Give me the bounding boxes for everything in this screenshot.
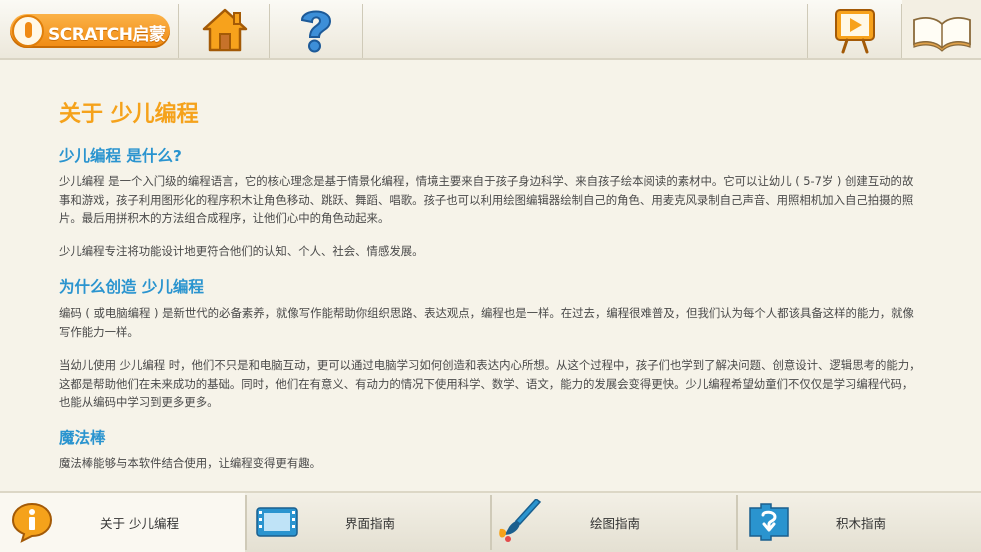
logo-badge: SCRATCH启蒙 (10, 14, 170, 48)
info-icon (11, 502, 53, 543)
bottom-tab-bar: 关于 少儿编程 界面指南 绘图指南 积木指南 (0, 491, 981, 552)
page-title: 关于 少儿编程 (59, 102, 199, 127)
paragraph: 编码 ( 或电脑编程 ) 是新世代的必备素养，就像写作能帮助你组织思路、表达观点… (59, 306, 914, 339)
paragraph: 魔法棒能够与本软件结合使用，让编程变得更有趣。 (59, 456, 321, 470)
app-logo[interactable]: SCRATCH启蒙 (4, 0, 176, 58)
open-book-icon (913, 17, 971, 52)
film-icon (256, 507, 298, 537)
paragraph: 少儿编程 是一个入门级的编程语言，它的核心理念是基于情景化编程，情境主要来自于孩… (59, 174, 914, 225)
tab-blocks-guide[interactable]: 积木指南 (738, 493, 981, 552)
tab-label: 积木指南 (836, 516, 887, 531)
toolbar-divider (178, 4, 179, 58)
video-button[interactable] (808, 0, 900, 58)
paragraph: 当幼儿使用 少儿编程 时，他们不只是和电脑互动，更可以通过电脑学习如何创造和表达… (59, 358, 921, 409)
paragraph: 少儿编程专注将功能设计地更符合他们的认知、个人、社会、情感发展。 (59, 244, 424, 258)
section-heading: 少儿编程 是什么? (59, 147, 182, 165)
tab-drawing-guide[interactable]: 绘图指南 (492, 493, 736, 552)
section-heading: 魔法棒 (59, 429, 106, 447)
section-heading: 为什么创造 少儿编程 (59, 278, 204, 296)
book-button[interactable] (902, 0, 981, 58)
toolbar-divider (362, 4, 363, 58)
tab-label: 关于 少儿编程 (100, 516, 179, 531)
tab-about[interactable]: 关于 少儿编程 (0, 493, 245, 552)
logo-text: SCRATCH启蒙 (48, 25, 166, 45)
home-icon (202, 8, 248, 52)
home-button[interactable] (180, 0, 268, 58)
paintbrush-icon (499, 499, 542, 542)
tab-label: 界面指南 (345, 516, 396, 531)
tab-label: 绘图指南 (590, 516, 641, 531)
block-icon (749, 503, 789, 541)
logo-icon (12, 15, 44, 47)
top-toolbar: SCRATCH启蒙 (0, 0, 981, 60)
tab-interface-guide[interactable]: 界面指南 (247, 493, 490, 552)
question-icon (300, 10, 332, 53)
play-video-icon (835, 9, 875, 54)
help-button[interactable] (270, 0, 362, 58)
